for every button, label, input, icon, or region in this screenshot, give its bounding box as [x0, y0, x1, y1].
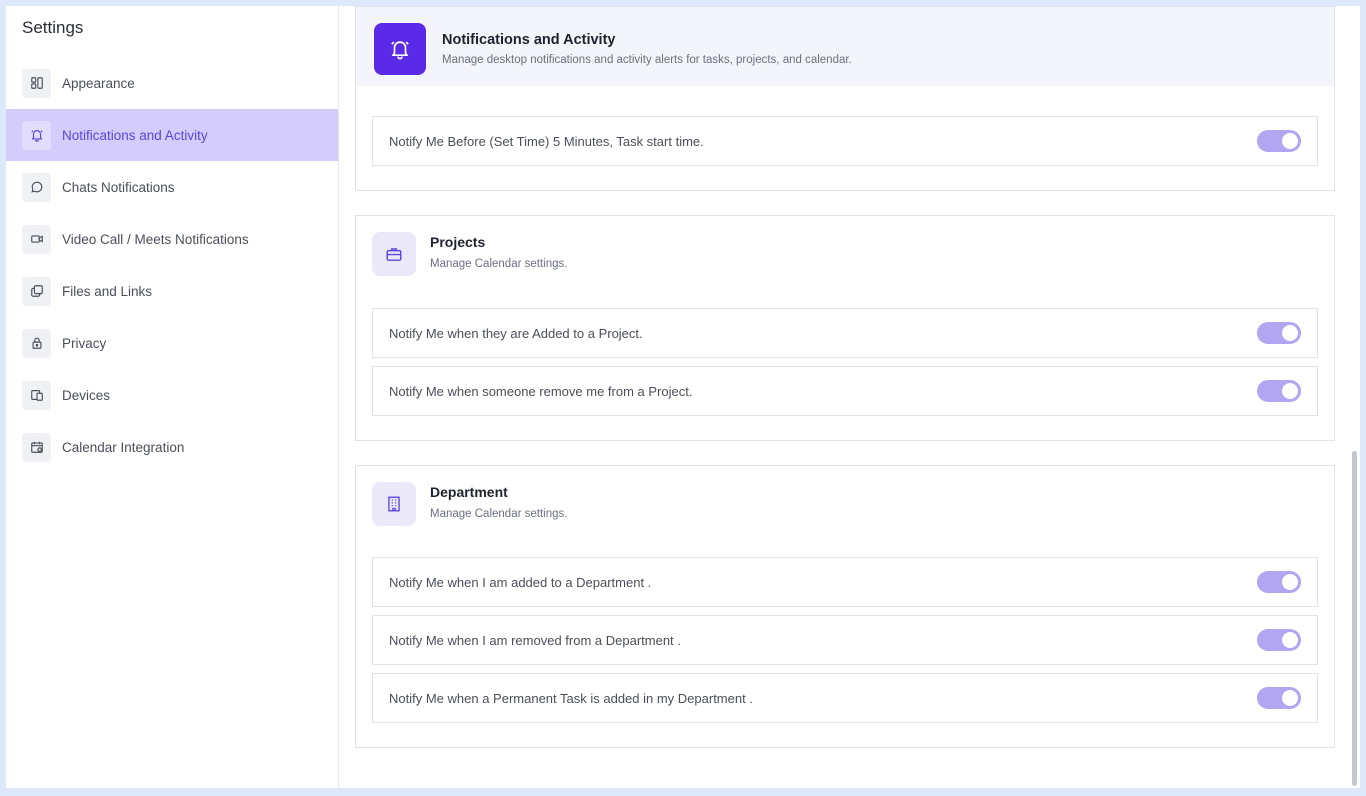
sidebar-item-label: Privacy	[62, 335, 107, 351]
setting-label: Notify Me when a Permanent Task is added…	[389, 690, 753, 706]
setting-row: Notify Me when someone remove me from a …	[372, 366, 1318, 416]
sidebar-item-calendar[interactable]: Calendar Integration	[6, 421, 338, 473]
setting-label: Notify Me when they are Added to a Proje…	[389, 325, 643, 341]
sidebar-item-label: Video Call / Meets Notifications	[62, 231, 249, 247]
sidebar-item-appearance[interactable]: Appearance	[6, 57, 338, 109]
sidebar-item-privacy[interactable]: Privacy	[6, 317, 338, 369]
setting-row: Notify Me when I am added to a Departmen…	[372, 557, 1318, 607]
notification-toggle[interactable]	[1257, 322, 1301, 344]
copy-files-icon	[22, 276, 51, 306]
sidebar-item-label: Notifications and Activity	[62, 127, 208, 143]
tasks-section: Notify Me Before (Set Time) 5 Minutes, T…	[355, 86, 1335, 191]
notification-toggle[interactable]	[1257, 130, 1301, 152]
notification-toggle[interactable]	[1257, 380, 1301, 402]
setting-label: Notify Me when someone remove me from a …	[389, 383, 693, 399]
setting-row: Notify Me Before (Set Time) 5 Minutes, T…	[372, 116, 1318, 166]
bell-icon	[374, 23, 426, 75]
sidebar-item-files-links[interactable]: Files and Links	[6, 265, 338, 317]
projects-section: Projects Manage Calendar settings. Notif…	[355, 215, 1335, 441]
building-icon	[372, 482, 416, 526]
sidebar-title: Settings	[22, 18, 84, 37]
sidebar-item-notifications[interactable]: Notifications and Activity	[6, 109, 338, 161]
notification-toggle[interactable]	[1257, 571, 1301, 593]
sidebar-item-video-call[interactable]: Video Call / Meets Notifications	[6, 213, 338, 265]
sidebar-item-label: Calendar Integration	[62, 439, 185, 455]
setting-label: Notify Me when I am added to a Departmen…	[389, 574, 652, 590]
section-subtitle: Manage Calendar settings.	[430, 508, 568, 520]
setting-row: Notify Me when I am removed from a Depar…	[372, 615, 1318, 665]
department-section: Department Manage Calendar settings. Not…	[355, 465, 1335, 748]
sidebar-item-devices[interactable]: Devices	[6, 369, 338, 421]
notification-toggle[interactable]	[1257, 687, 1301, 709]
bell-icon	[22, 120, 51, 150]
devices-icon	[22, 380, 51, 410]
main-content: Notifications and Activity Manage deskto…	[339, 6, 1360, 788]
section-header: Department Manage Calendar settings.	[356, 466, 1334, 536]
briefcase-icon	[372, 232, 416, 276]
layout-icon	[22, 68, 51, 98]
notification-toggle[interactable]	[1257, 629, 1301, 651]
lock-icon	[22, 328, 51, 358]
section-title: Projects	[430, 234, 486, 250]
setting-label: Notify Me when I am removed from a Depar…	[389, 632, 681, 648]
page-subtitle: Manage desktop notifications and activit…	[442, 54, 852, 66]
sidebar-item-label: Appearance	[62, 75, 135, 91]
sidebar-item-label: Files and Links	[62, 283, 153, 299]
section-title: Department	[430, 484, 508, 500]
setting-row: Notify Me when they are Added to a Proje…	[372, 308, 1318, 358]
section-subtitle: Manage Calendar settings.	[430, 258, 568, 270]
sidebar-item-label: Devices	[62, 387, 111, 403]
sidebar: Settings Appearance Notifications and Ac…	[6, 6, 339, 788]
calendar-icon	[22, 432, 51, 462]
sidebar-nav: Appearance Notifications and Activity Ch…	[6, 57, 338, 473]
section-header: Projects Manage Calendar settings.	[356, 216, 1334, 286]
page-header: Notifications and Activity Manage deskto…	[355, 6, 1335, 92]
sidebar-item-chats[interactable]: Chats Notifications	[6, 161, 338, 213]
setting-label: Notify Me Before (Set Time) 5 Minutes, T…	[389, 133, 704, 149]
setting-row: Notify Me when a Permanent Task is added…	[372, 673, 1318, 723]
sidebar-item-label: Chats Notifications	[62, 179, 175, 195]
page-title: Notifications and Activity	[442, 32, 616, 48]
vertical-scrollbar[interactable]	[1352, 451, 1357, 786]
chat-bubble-icon	[22, 172, 51, 202]
settings-window: Settings Appearance Notifications and Ac…	[6, 6, 1360, 788]
video-camera-icon	[22, 224, 51, 254]
